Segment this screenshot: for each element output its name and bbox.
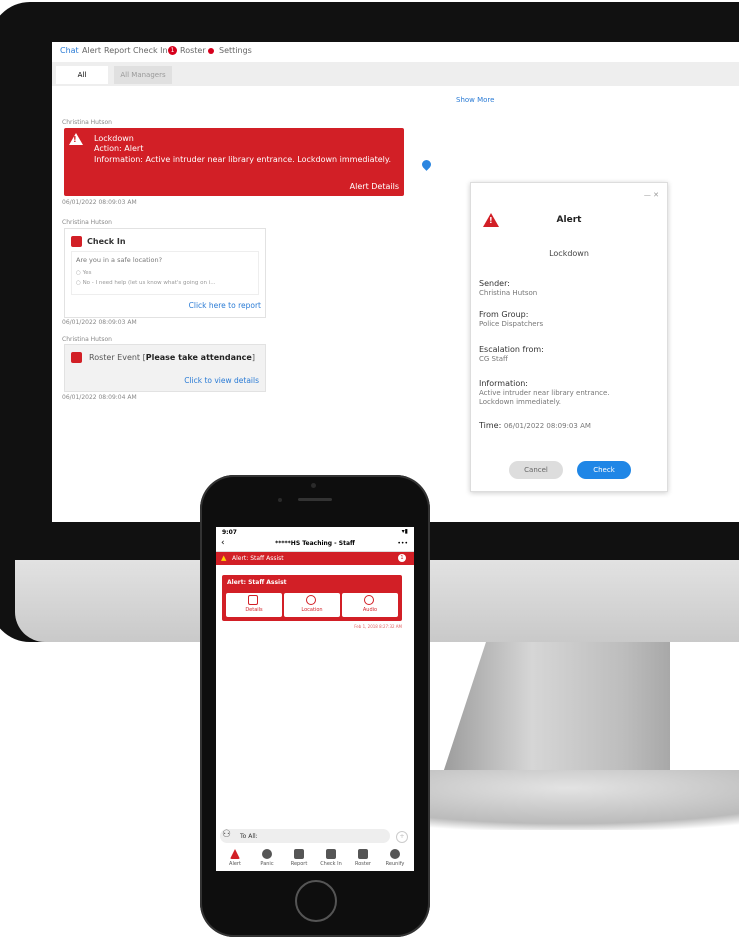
tab-panic[interactable]: Panic (252, 849, 282, 869)
chat-title: *****HS Teaching - Staff (275, 540, 355, 547)
dialog-subtitle: Lockdown (549, 249, 589, 258)
sender-label: Sender: (479, 279, 510, 288)
nav-report[interactable]: Report (104, 46, 131, 55)
alert-banner-label: Alert: Staff Assist (232, 555, 284, 562)
roster-icon (71, 352, 82, 363)
home-button[interactable] (295, 880, 337, 922)
view-details-link[interactable]: Click to view details (184, 376, 259, 385)
front-camera (311, 483, 316, 488)
desktop-screen: Chat Alert Report Check In 1 Roster Sett… (52, 42, 739, 522)
details-icon (248, 595, 258, 605)
recipients-icon[interactable]: ⚇ (222, 829, 231, 840)
details-button[interactable]: Details (226, 593, 282, 617)
location-button[interactable]: Location (284, 593, 340, 617)
group-value: Police Dispatchers (479, 320, 544, 328)
message-sender: Christina Hutson (62, 219, 112, 226)
check-in-icon (326, 849, 336, 859)
more-icon[interactable]: ••• (397, 540, 408, 547)
monitor-stand (440, 642, 670, 782)
alert-details-link[interactable]: Alert Details (350, 182, 399, 191)
warning-icon: ▲ (221, 554, 227, 562)
option-yes[interactable]: ○ Yes (76, 270, 91, 276)
chat-header: ‹ *****HS Teaching - Staff ••• (216, 537, 414, 552)
tab-roster[interactable]: Roster (348, 849, 378, 869)
info-value: Active intruder near library entrance. (479, 389, 610, 397)
check-in-card: Check In Are you in a safe location? ○ Y… (64, 228, 266, 318)
nav-roster[interactable]: Roster (180, 46, 206, 55)
tab-report[interactable]: Report (284, 849, 314, 869)
roster-icon (358, 849, 368, 859)
show-more-link[interactable]: Show More (456, 96, 494, 104)
add-icon[interactable]: + (396, 831, 408, 843)
nav-check-in[interactable]: Check In (133, 46, 168, 55)
tab-alert[interactable]: Alert (220, 849, 250, 869)
reunify-icon (390, 849, 400, 859)
sensor (278, 498, 282, 502)
message-timestamp: 06/01/2022 08:09:03 AM (62, 199, 137, 206)
alert-count-badge: 1 (398, 554, 406, 562)
message-timestamp: 06/01/2022 08:09:03 AM (62, 319, 137, 326)
roster-badge (208, 48, 214, 54)
option-no[interactable]: ○ No - I need help (let us know what's g… (76, 280, 216, 286)
info-label: Information: (479, 379, 529, 388)
alert-icon (230, 849, 240, 859)
message-sender: Christina Hutson (62, 119, 112, 126)
check-button[interactable]: Check (577, 461, 631, 479)
time-row: Time: 06/01/2022 08:09:03 AM (479, 421, 591, 430)
escalation-label: Escalation from: (479, 345, 544, 354)
roster-event-card: Roster Event [Please take attendance] Cl… (64, 344, 266, 392)
tab-all-managers[interactable]: All Managers (114, 66, 172, 84)
alert-title: Lockdown (94, 134, 134, 143)
tab-all[interactable]: All (56, 66, 108, 84)
alert-action: Action: Alert (94, 144, 144, 153)
message-timestamp: 06/01/2022 08:09:04 AM (62, 394, 137, 401)
check-in-badge: 1 (168, 46, 177, 55)
lockdown-alert-card[interactable]: ! Lockdown Action: Alert Information: Ac… (64, 128, 404, 196)
audio-button[interactable]: Audio (342, 593, 398, 617)
escalation-value: CG Staff (479, 355, 508, 363)
card-title: Alert: Staff Assist (227, 579, 287, 586)
alert-dialog: — ✕ ! Alert Lockdown Sender: Christina H… (470, 182, 668, 492)
status-time: 9:07 (222, 529, 237, 536)
window-controls[interactable]: — ✕ (644, 191, 659, 199)
cancel-button[interactable]: Cancel (509, 461, 563, 479)
location-icon (306, 595, 316, 605)
card-timestamp: Feb 1, 2018 8:27:32 AM (354, 624, 402, 629)
status-bar: 9:07 ▾▮ (216, 527, 414, 537)
compose-label: To All: (240, 833, 258, 840)
roster-event-title: Roster Event [Please take attendance] (89, 353, 255, 362)
check-in-icon (71, 236, 82, 247)
dialog-title: Alert (556, 215, 582, 225)
top-nav: Chat Alert Report Check In 1 Roster Sett… (52, 42, 739, 62)
panic-icon (262, 849, 272, 859)
group-label: From Group: (479, 310, 529, 319)
message-sender: Christina Hutson (62, 336, 112, 343)
check-in-form: Are you in a safe location? ○ Yes ○ No -… (71, 251, 259, 295)
report-icon (294, 849, 304, 859)
nav-alert[interactable]: Alert (82, 46, 101, 55)
info-value: Lockdown immediately. (479, 398, 562, 406)
check-in-question: Are you in a safe location? (76, 256, 163, 264)
compose-input[interactable]: To All: (220, 829, 390, 843)
phone-device: 9:07 ▾▮ ‹ *****HS Teaching - Staff ••• ▲… (200, 475, 430, 937)
audio-icon (364, 595, 374, 605)
sub-tabs: All All Managers (52, 62, 739, 86)
tab-check-in[interactable]: Check In (316, 849, 346, 869)
tab-reunify[interactable]: Reunify (380, 849, 410, 869)
sender-value: Christina Hutson (479, 289, 538, 297)
nav-chat[interactable]: Chat (60, 46, 79, 55)
nav-settings[interactable]: Settings (219, 46, 252, 55)
report-link[interactable]: Click here to report (189, 301, 261, 310)
check-in-title: Check In (87, 237, 126, 246)
location-pin-icon[interactable] (420, 158, 433, 171)
earpiece (298, 498, 332, 501)
alert-banner[interactable]: ▲ Alert: Staff Assist 1 (216, 552, 414, 565)
alert-information: Information: Active intruder near librar… (94, 155, 391, 164)
battery-icon: ▾▮ (401, 528, 408, 535)
phone-screen: 9:07 ▾▮ ‹ *****HS Teaching - Staff ••• ▲… (216, 527, 414, 871)
staff-assist-card: Alert: Staff Assist Details Location Aud… (222, 575, 402, 621)
